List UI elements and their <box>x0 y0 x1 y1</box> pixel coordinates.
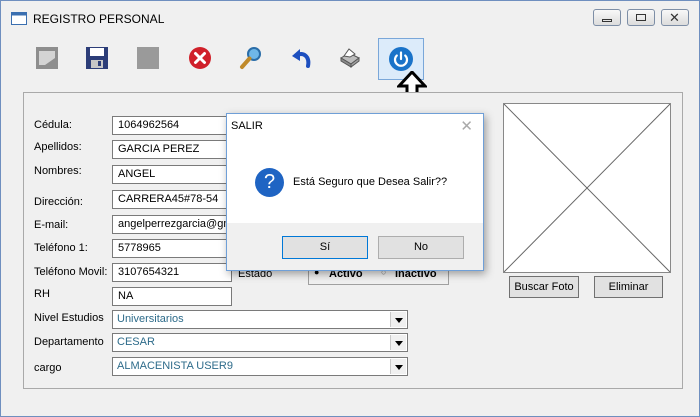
search-button[interactable] <box>234 41 268 75</box>
rh-label: RH <box>34 288 50 300</box>
photo-placeholder <box>503 103 671 273</box>
delete-button[interactable] <box>183 41 217 75</box>
new-button[interactable] <box>30 41 64 75</box>
question-icon: ? <box>255 168 284 197</box>
nombres-field[interactable]: ANGEL <box>112 165 232 184</box>
minimize-button[interactable] <box>593 9 621 26</box>
apellidos-field[interactable]: GARCIA PEREZ <box>112 140 232 159</box>
new-document-icon <box>36 47 58 69</box>
dialog-message: Está Seguro que Desea Salir?? <box>293 176 448 188</box>
cedula-field[interactable]: 1064962564 <box>112 116 232 135</box>
power-icon <box>389 47 413 71</box>
chevron-down-icon[interactable] <box>390 359 406 374</box>
undo-button[interactable] <box>284 41 318 75</box>
chevron-down-icon[interactable] <box>390 312 406 327</box>
save-button[interactable] <box>80 41 114 75</box>
close-window-button[interactable]: ✕ <box>661 9 689 26</box>
telefono-movil-field[interactable]: 3107654321 <box>112 263 232 282</box>
nivel-estudios-label: Nivel Estudios <box>34 312 104 324</box>
email-label: E-mail: <box>34 219 69 231</box>
direccion-label: Dirección: <box>34 196 83 208</box>
telefono1-label: Teléfono 1: <box>34 242 88 254</box>
yes-button[interactable]: Sí <box>282 236 368 259</box>
main-window: REGISTRO PERSONAL ✕ Cédula: Apellidos: N… <box>0 0 700 417</box>
direccion-field[interactable]: CARRERA45#78-54 <box>112 190 232 209</box>
nivel-estudios-value: Universitarios <box>117 313 184 325</box>
rh-field[interactable]: NA <box>112 287 232 306</box>
departamento-label: Departamento <box>34 336 104 348</box>
buscar-foto-button[interactable]: Buscar Foto <box>509 276 579 298</box>
cargo-label: cargo <box>34 362 62 374</box>
dialog-title: SALIR <box>231 120 263 132</box>
red-x-icon <box>189 47 211 69</box>
exit-confirm-dialog: SALIR ✕ ? Está Seguro que Desea Salir?? … <box>226 113 484 271</box>
undo-arrow-icon <box>292 49 311 68</box>
floppy-disk-icon <box>86 47 108 69</box>
app-window-icon <box>11 12 27 25</box>
telefono1-field[interactable]: 5778965 <box>112 239 232 258</box>
cedula-label: Cédula: <box>34 119 72 131</box>
printer-icon <box>340 48 360 68</box>
dialog-close-icon[interactable]: ✕ <box>460 117 473 135</box>
maximize-button[interactable] <box>627 9 655 26</box>
nombres-label: Nombres: <box>34 165 82 177</box>
cargo-value: ALMACENISTA USER9 <box>117 360 233 372</box>
telefono-movil-label: Teléfono Movil: <box>34 266 108 278</box>
eliminar-foto-button[interactable]: Eliminar <box>594 276 663 298</box>
window-title: REGISTRO PERSONAL <box>33 12 165 26</box>
chevron-down-icon[interactable] <box>390 335 406 350</box>
blank-button[interactable] <box>131 41 165 75</box>
print-button[interactable] <box>332 41 366 75</box>
close-icon: ✕ <box>669 10 680 25</box>
gray-square-icon <box>137 47 159 69</box>
cargo-select[interactable]: ALMACENISTA USER9 <box>112 357 408 376</box>
no-button[interactable]: No <box>378 236 464 259</box>
email-field[interactable]: angelperrezgarcia@gm <box>112 215 232 234</box>
minimize-icon <box>602 19 612 22</box>
departamento-value: CESAR <box>117 336 155 348</box>
apellidos-label: Apellidos: <box>34 141 82 153</box>
magnifier-icon <box>240 47 261 69</box>
empty-image-icon <box>503 103 671 273</box>
title-bar: REGISTRO PERSONAL ✕ <box>1 1 699 35</box>
dialog-footer: Sí No <box>227 223 483 270</box>
departamento-select[interactable]: CESAR <box>112 333 408 352</box>
maximize-icon <box>636 14 646 21</box>
nivel-estudios-select[interactable]: Universitarios <box>112 310 408 329</box>
